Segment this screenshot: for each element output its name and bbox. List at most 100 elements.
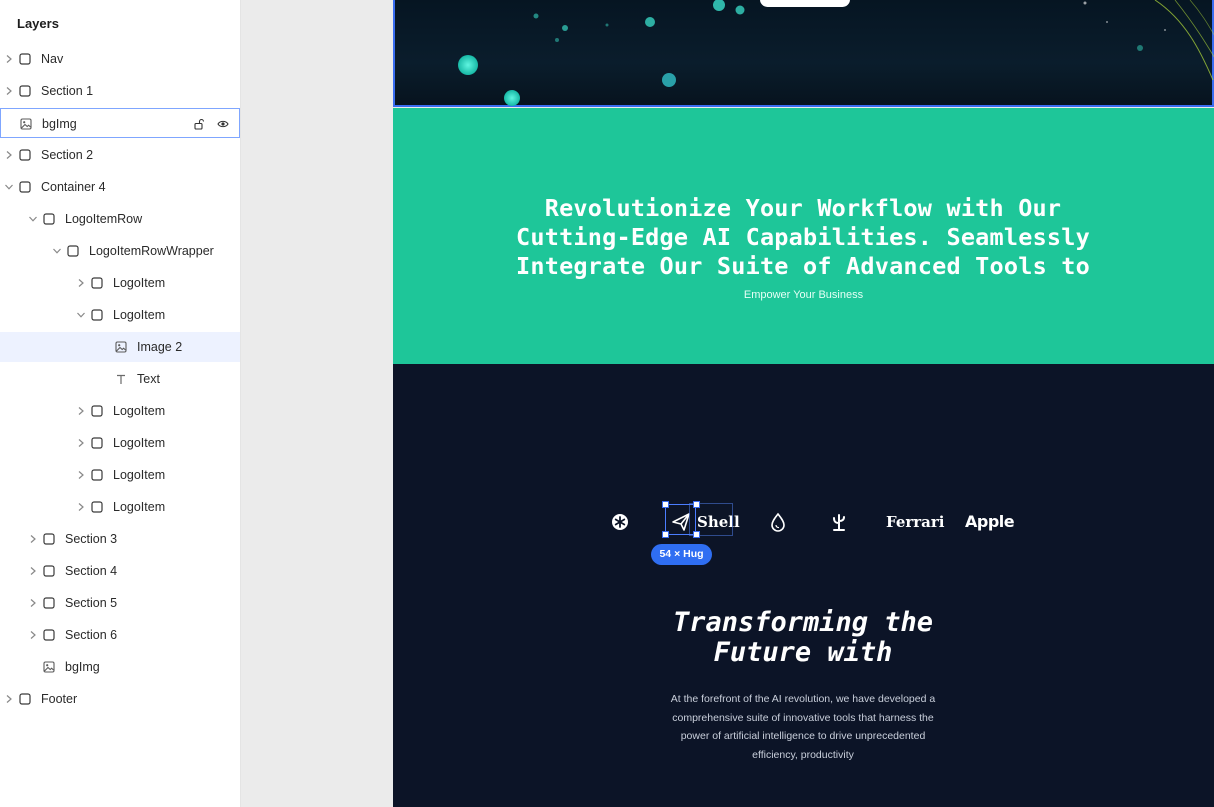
layer-row-logoitem[interactable]: LogoItem [0, 300, 240, 330]
green-section-subheading[interactable]: Empower Your Business [393, 289, 1214, 301]
drop-logo-icon[interactable] [770, 507, 786, 537]
frame-icon [19, 149, 31, 161]
hero-bg-image[interactable] [393, 0, 1214, 107]
layer-row-text[interactable]: Text [0, 364, 240, 394]
layer-label: LogoItemRow [65, 212, 143, 226]
layer-row-section-2[interactable]: Section 2 [0, 140, 240, 170]
chevron-right-icon[interactable] [28, 597, 38, 609]
frame-icon [91, 277, 103, 289]
frame-icon [43, 629, 55, 641]
frame-icon [19, 85, 31, 97]
layer-row-section-5[interactable]: Section 5 [0, 588, 240, 618]
frame-icon [43, 213, 55, 225]
particle-decoration [458, 0, 1214, 106]
layer-row-logoitem[interactable]: LogoItem [0, 268, 240, 298]
ferrari-logo[interactable]: Ferrari [886, 507, 945, 537]
layer-label: Container 4 [41, 180, 106, 194]
editor-window: Layers Nav Section 1 bgImg Section 2 Contain… [0, 0, 1214, 807]
layers-panel: Layers Nav Section 1 bgImg Section 2 Contain… [0, 0, 241, 807]
layer-row-section-4[interactable]: Section 4 [0, 556, 240, 586]
dark-section[interactable]: Shell Ferrari Apple 54 × Hug Transformin… [393, 364, 1214, 807]
layer-row-logoitem[interactable]: LogoItem [0, 492, 240, 522]
layers-panel-title: Layers [17, 16, 59, 31]
frame-icon [91, 469, 103, 481]
image-icon [115, 341, 127, 353]
chevron-right-icon[interactable] [4, 53, 14, 65]
layer-row-logoitem[interactable]: LogoItem [0, 428, 240, 458]
layer-label: Footer [41, 692, 78, 706]
chevron-down-icon[interactable] [4, 181, 14, 193]
layer-row-bgimg[interactable]: bgImg [0, 652, 240, 682]
chevron-down-icon[interactable] [52, 245, 62, 257]
hero-cta-button[interactable] [760, 0, 850, 7]
chevron-right-icon[interactable] [4, 693, 14, 705]
size-badge: 54 × Hug [651, 544, 712, 565]
image-icon [43, 661, 55, 673]
layer-label: LogoItem [113, 468, 166, 482]
layer-row-container-4[interactable]: Container 4 [0, 172, 240, 202]
chevron-down-icon[interactable] [76, 309, 86, 321]
layer-row-logoitem[interactable]: LogoItem [0, 460, 240, 490]
green-section[interactable]: Revolutionize Your Workflow with Our Cut… [393, 108, 1214, 364]
layer-label: LogoItem [113, 404, 166, 418]
eye-icon[interactable] [217, 118, 229, 130]
frame-icon [19, 181, 31, 193]
layer-label: LogoItem [113, 436, 166, 450]
chevron-right-icon[interactable] [4, 149, 14, 161]
logo-item-row[interactable]: Shell Ferrari Apple [393, 507, 1214, 537]
frame-icon [91, 309, 103, 321]
green-section-heading[interactable]: Revolutionize Your Workflow with Our Cut… [503, 194, 1103, 281]
text-icon [115, 373, 127, 385]
resize-handle-top-left[interactable] [662, 501, 669, 508]
frame-icon [19, 693, 31, 705]
selection-box[interactable] [665, 504, 696, 535]
layer-row-bgimg[interactable]: bgImg [0, 108, 240, 138]
frame-icon [43, 597, 55, 609]
layer-row-section-1[interactable]: Section 1 [0, 76, 240, 106]
chevron-right-icon[interactable] [76, 437, 86, 449]
cactus-logo-icon[interactable] [829, 507, 849, 537]
layer-label: Section 6 [65, 628, 118, 642]
layer-label: Image 2 [137, 340, 183, 354]
frame-icon [43, 565, 55, 577]
frame-icon [91, 501, 103, 513]
chevron-right-icon[interactable] [28, 533, 38, 545]
resize-handle-bottom-right[interactable] [693, 531, 700, 538]
layer-label: bgImg [65, 660, 100, 674]
image-icon [20, 118, 32, 130]
layer-row-nav[interactable]: Nav [0, 44, 240, 74]
layer-row-section-3[interactable]: Section 3 [0, 524, 240, 554]
layer-label: LogoItem [113, 276, 166, 290]
layer-label: Section 3 [65, 532, 118, 546]
layer-row-logoitemrow[interactable]: LogoItemRow [0, 204, 240, 234]
chevron-right-icon[interactable] [76, 277, 86, 289]
layer-label: LogoItem [113, 500, 166, 514]
lock-open-icon[interactable] [193, 118, 205, 130]
layer-label: Section 5 [65, 596, 118, 610]
apple-logo[interactable]: Apple [965, 507, 1015, 537]
layer-row-logoitemrowwrapper[interactable]: LogoItemRowWrapper [0, 236, 240, 266]
layer-row-logoitem[interactable]: LogoItem [0, 396, 240, 426]
frame-icon [91, 437, 103, 449]
resize-handle-top-right[interactable] [693, 501, 700, 508]
dark-section-body[interactable]: At the forefront of the AI revolution, w… [658, 690, 948, 764]
canvas-frame[interactable]: Revolutionize Your Workflow with Our Cut… [393, 0, 1214, 807]
asterisk-logo-icon[interactable] [611, 507, 629, 537]
dark-section-heading[interactable]: Transforming the Future with [623, 608, 983, 668]
chevron-right-icon[interactable] [76, 469, 86, 481]
layer-label: Section 2 [41, 148, 94, 162]
layer-label: Section 1 [41, 84, 94, 98]
chevron-right-icon[interactable] [28, 629, 38, 641]
frame-icon [91, 405, 103, 417]
chevron-right-icon[interactable] [76, 405, 86, 417]
chevron-right-icon[interactable] [4, 85, 14, 97]
chevron-right-icon[interactable] [28, 565, 38, 577]
layer-label: Text [137, 372, 160, 386]
resize-handle-bottom-left[interactable] [662, 531, 669, 538]
frame-icon [19, 53, 31, 65]
layer-row-section-6[interactable]: Section 6 [0, 620, 240, 650]
chevron-right-icon[interactable] [76, 501, 86, 513]
chevron-down-icon[interactable] [28, 213, 38, 225]
layer-row-image-2[interactable]: Image 2 [0, 332, 240, 362]
layer-row-footer[interactable]: Footer [0, 684, 240, 714]
